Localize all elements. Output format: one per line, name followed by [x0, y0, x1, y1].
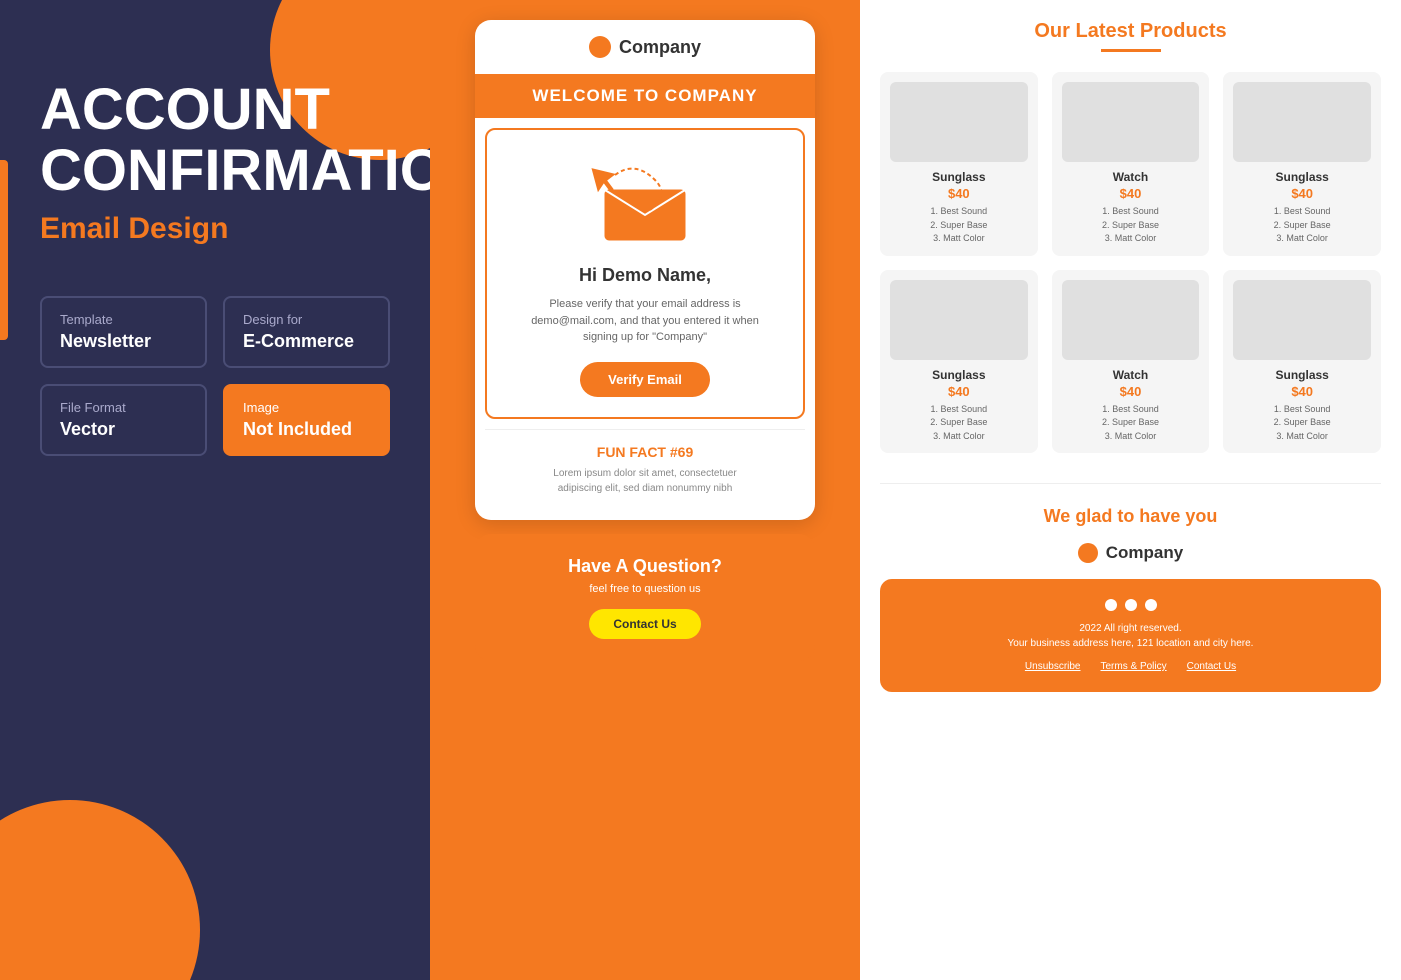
left-panel: ACCOUNTCONFIRMATION Email Design Templat…: [0, 0, 430, 980]
design-label: Design for: [243, 312, 370, 327]
product-image-5: [1233, 280, 1371, 360]
products-underline: [1101, 49, 1161, 52]
greeting: Hi Demo Name,: [502, 265, 788, 286]
product-price-1: $40: [1062, 186, 1200, 201]
product-image-0: [890, 82, 1028, 162]
product-name-0: Sunglass: [890, 170, 1028, 184]
product-features-1: 1. Best Sound2. Super Base3. Matt Color: [1062, 205, 1200, 246]
middle-panel: Company WELCOME TO COMPANY Hi Demo Name,…: [430, 0, 860, 980]
products-title: Our Latest Products: [880, 20, 1381, 43]
format-card: File Format Vector: [40, 384, 207, 456]
footer-dots: [900, 599, 1361, 611]
footer-company: Company: [880, 543, 1381, 563]
contact-link[interactable]: Contact Us: [1187, 661, 1236, 672]
unsubscribe-link[interactable]: Unsubscribe: [1025, 661, 1081, 672]
design-card: Design for E-Commerce: [223, 296, 390, 368]
fun-fact-text: Lorem ipsum dolor sit amet, consectetuer…: [500, 466, 790, 496]
fun-fact-title: FUN FACT #69: [500, 444, 790, 460]
glad-title: We glad to have you: [880, 506, 1381, 527]
footer-dot-2: [1125, 599, 1137, 611]
product-features-5: 1. Best Sound2. Super Base3. Matt Color: [1233, 403, 1371, 444]
product-features-4: 1. Best Sound2. Super Base3. Matt Color: [1062, 403, 1200, 444]
product-name-3: Sunglass: [890, 368, 1028, 382]
template-value: Newsletter: [60, 331, 187, 352]
question-card: Have A Question? feel free to question u…: [475, 534, 815, 661]
product-image-1: [1062, 82, 1200, 162]
template-label: Template: [60, 312, 187, 327]
product-price-0: $40: [890, 186, 1028, 201]
image-label: Image: [243, 400, 370, 415]
product-card-0: Sunglass $40 1. Best Sound2. Super Base3…: [880, 72, 1038, 256]
left-content: ACCOUNTCONFIRMATION Email Design Templat…: [0, 0, 430, 496]
divider: [880, 483, 1381, 484]
email-card: Company WELCOME TO COMPANY Hi Demo Name,…: [475, 20, 815, 520]
email-card-header: Company: [475, 20, 815, 74]
product-card-1: Watch $40 1. Best Sound2. Super Base3. M…: [1052, 72, 1210, 256]
footer-dot-3: [1145, 599, 1157, 611]
footer-company-name: Company: [1106, 543, 1183, 563]
right-panel: Our Latest Products Sunglass $40 1. Best…: [860, 0, 1401, 980]
product-price-2: $40: [1233, 186, 1371, 201]
product-features-0: 1. Best Sound2. Super Base3. Matt Color: [890, 205, 1028, 246]
footer-copyright: 2022 All right reserved.Your business ad…: [900, 621, 1361, 651]
image-card: Image Not Included: [223, 384, 390, 456]
company-name: Company: [619, 37, 701, 58]
product-name-2: Sunglass: [1233, 170, 1371, 184]
company-logo-dot: [589, 36, 611, 58]
product-name-4: Watch: [1062, 368, 1200, 382]
product-card-3: Sunglass $40 1. Best Sound2. Super Base3…: [880, 270, 1038, 454]
footer-dot-1: [1105, 599, 1117, 611]
product-name-5: Sunglass: [1233, 368, 1371, 382]
blob-bottom-left: [0, 800, 200, 980]
product-name-1: Watch: [1062, 170, 1200, 184]
terms-link[interactable]: Terms & Policy: [1101, 661, 1167, 672]
email-body: Hi Demo Name, Please verify that your em…: [485, 128, 805, 419]
format-label: File Format: [60, 400, 187, 415]
template-card: Template Newsletter: [40, 296, 207, 368]
product-image-4: [1062, 280, 1200, 360]
question-title: Have A Question?: [495, 556, 795, 577]
info-cards: Template Newsletter Design for E-Commerc…: [40, 296, 390, 456]
design-value: E-Commerce: [243, 331, 370, 352]
footer-orange-box: 2022 All right reserved.Your business ad…: [880, 579, 1381, 692]
image-value: Not Included: [243, 419, 370, 440]
subtitle: Email Design: [40, 212, 390, 246]
product-card-4: Watch $40 1. Best Sound2. Super Base3. M…: [1052, 270, 1210, 454]
product-price-3: $40: [890, 384, 1028, 399]
product-image-3: [890, 280, 1028, 360]
product-features-3: 1. Best Sound2. Super Base3. Matt Color: [890, 403, 1028, 444]
question-subtitle: feel free to question us: [495, 583, 795, 595]
product-price-5: $40: [1233, 384, 1371, 399]
products-grid: Sunglass $40 1. Best Sound2. Super Base3…: [880, 72, 1381, 453]
contact-us-button[interactable]: Contact Us: [589, 609, 700, 639]
email-illustration: [502, 150, 788, 250]
email-text: Please verify that your email address is…: [502, 296, 788, 346]
format-value: Vector: [60, 419, 187, 440]
footer-links: Unsubscribe Terms & Policy Contact Us: [900, 661, 1361, 672]
product-price-4: $40: [1062, 384, 1200, 399]
fun-fact-box: FUN FACT #69 Lorem ipsum dolor sit amet,…: [485, 429, 805, 510]
product-card-2: Sunglass $40 1. Best Sound2. Super Base3…: [1223, 72, 1381, 256]
product-card-5: Sunglass $40 1. Best Sound2. Super Base3…: [1223, 270, 1381, 454]
product-features-2: 1. Best Sound2. Super Base3. Matt Color: [1233, 205, 1371, 246]
footer-company-dot: [1078, 543, 1098, 563]
main-title: ACCOUNTCONFIRMATION: [40, 80, 390, 202]
product-image-2: [1233, 82, 1371, 162]
envelope-icon: [585, 155, 705, 245]
welcome-banner: WELCOME TO COMPANY: [475, 74, 815, 118]
verify-email-button[interactable]: Verify Email: [580, 362, 710, 397]
